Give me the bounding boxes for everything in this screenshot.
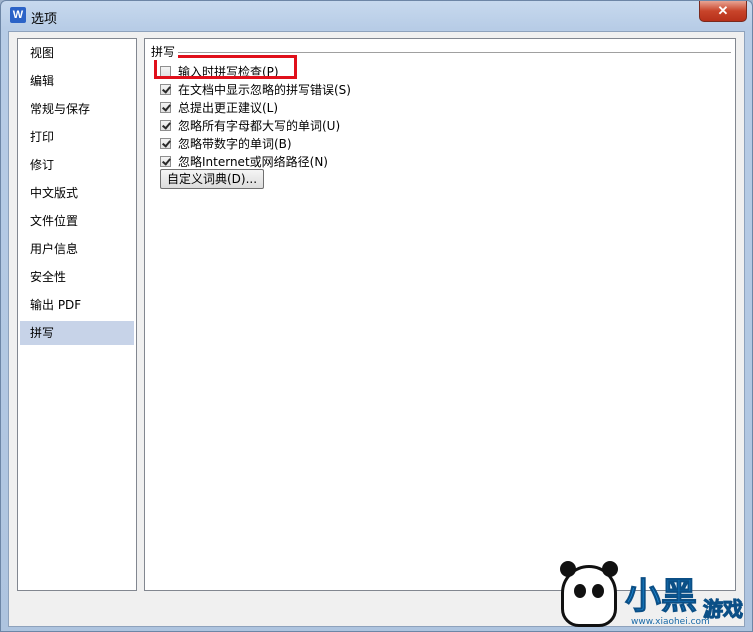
- group-divider: [151, 52, 731, 53]
- sidebar-item-user-info[interactable]: 用户信息: [20, 237, 134, 261]
- sidebar-item-spelling[interactable]: 拼写: [20, 321, 134, 345]
- panda-eye-icon: [574, 584, 586, 598]
- checkbox-checked[interactable]: [160, 138, 171, 149]
- sidebar-item-file-location[interactable]: 文件位置: [20, 209, 134, 233]
- custom-dictionary-button[interactable]: 自定义词典(D)...: [160, 169, 264, 189]
- sidebar-item-chinese-layout[interactable]: 中文版式: [20, 181, 134, 205]
- option-label: 忽略带数字的单词(B): [178, 137, 292, 151]
- watermark-logo: 小黑 游戏 www.xiaohei.com: [553, 561, 751, 631]
- title-bar[interactable]: W 选项 ✕: [1, 1, 752, 31]
- options-sidebar: 视图 编辑 常规与保存 打印 修订 中文版式 文件位置 用户信息 安全性 输出 …: [17, 38, 137, 591]
- sidebar-item-edit[interactable]: 编辑: [20, 69, 134, 93]
- panda-ear-icon: [560, 561, 576, 577]
- sidebar-item-security[interactable]: 安全性: [20, 265, 134, 289]
- option-label: 总提出更正建议(L): [178, 101, 279, 115]
- option-label: 忽略所有字母都大写的单词(U): [178, 119, 341, 133]
- checkbox-checked[interactable]: [160, 120, 171, 131]
- option-label: 在文档中显示忽略的拼写错误(S): [178, 83, 351, 97]
- wps-writer-icon: W: [10, 7, 26, 23]
- checkbox-checked[interactable]: [160, 156, 171, 167]
- watermark-text-main: 小黑: [624, 576, 698, 618]
- watermark-url: www.xiaohei.com: [631, 617, 710, 627]
- sidebar-item-export-pdf[interactable]: 输出 PDF: [20, 293, 134, 317]
- option-label: 忽略Internet或网络路径(N): [178, 155, 328, 169]
- dialog-title: 选项: [31, 12, 58, 27]
- sidebar-item-general-save[interactable]: 常规与保存: [20, 97, 134, 121]
- checkbox-checked[interactable]: [160, 84, 171, 95]
- panda-mascot-icon: [560, 561, 618, 627]
- sidebar-item-view[interactable]: 视图: [20, 41, 134, 65]
- sidebar-item-revision[interactable]: 修订: [20, 153, 134, 177]
- checkbox-checked[interactable]: [160, 102, 171, 113]
- panda-ear-icon: [602, 561, 618, 577]
- panda-eye-icon: [592, 584, 604, 598]
- spelling-panel: 拼写 输入时拼写检查(P) 在文档中显示忽略的拼写错误(S) 总提出更正建议(L…: [144, 38, 736, 591]
- dialog-body: 视图 编辑 常规与保存 打印 修订 中文版式 文件位置 用户信息 安全性 输出 …: [8, 31, 745, 627]
- options-dialog: W 选项 ✕ 视图 编辑 常规与保存 打印 修订 中文版式 文件位置 用户信息 …: [0, 0, 753, 632]
- spelling-group-title: 拼写: [151, 43, 179, 60]
- close-button[interactable]: ✕: [699, 1, 747, 22]
- sidebar-item-print[interactable]: 打印: [20, 125, 134, 149]
